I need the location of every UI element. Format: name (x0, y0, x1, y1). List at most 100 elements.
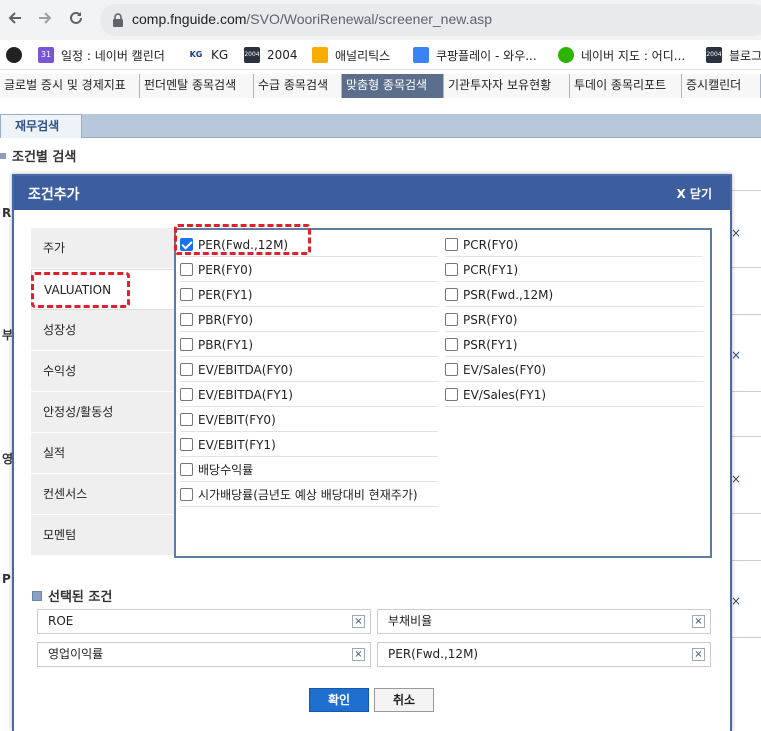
checkbox[interactable] (445, 338, 458, 351)
checkbox-checked[interactable] (180, 238, 193, 251)
bg-remove-icon[interactable]: × (731, 594, 741, 608)
confirm-button[interactable]: 확인 (309, 688, 369, 712)
option-ev-ebit-fy1[interactable]: EV/EBIT(FY1) (180, 433, 438, 457)
selected-title-text: 선택된 조건 (48, 590, 113, 605)
remove-icon[interactable]: × (692, 648, 705, 661)
option-ev-sales-fy0[interactable]: EV/Sales(FY0) (445, 358, 703, 382)
option-label: PBR(FY0) (198, 312, 254, 327)
checkbox[interactable] (180, 463, 193, 476)
nav-tab-custom-search[interactable]: 맞춤형 종목검색 (342, 74, 444, 98)
checkbox[interactable] (180, 438, 193, 451)
reload-icon[interactable] (65, 9, 87, 31)
category-earnings[interactable]: 실적 (31, 433, 174, 474)
bg-label: P (2, 572, 11, 586)
bookmark-github[interactable] (6, 46, 29, 64)
option-label: PER(FY1) (198, 287, 253, 302)
lock-icon (112, 12, 126, 28)
checkbox[interactable] (180, 363, 193, 376)
option-market-dividend-rate[interactable]: 시가배당률(금년도 예상 배당대비 현재주가) (180, 483, 438, 507)
option-label: EV/EBIT(FY1) (198, 437, 276, 452)
bookmark-analytics[interactable]: 애널리틱스 (312, 46, 390, 64)
category-stability[interactable]: 안정성/활동성 (31, 392, 174, 433)
category-momentum[interactable]: 모멘텀 (31, 515, 174, 556)
chip-label: ROE (48, 614, 74, 628)
option-ev-sales-fy1[interactable]: EV/Sales(FY1) (445, 383, 703, 407)
checkbox[interactable] (180, 413, 193, 426)
selected-chip-debt-ratio: 부채비율 × (377, 609, 711, 634)
nav-tab-calendar[interactable]: 증시캘린더 (682, 74, 761, 98)
site-2004-icon: 2004 (706, 47, 722, 63)
address-bar[interactable]: comp.fnguide.com/SVO/WooriRenewal/screen… (100, 4, 761, 36)
bookmark-label: 쿠팡플레이 - 와우... (436, 48, 537, 63)
bookmarks-bar: 31 일정 : 네이버 캘린더 KG KG 2004 2004 애널리틱스 쿠팡플레이… (0, 40, 761, 70)
category-valuation[interactable]: VALUATION (31, 269, 174, 310)
nav-tab-fundamental[interactable]: 펀더멘탈 종목검색 (140, 74, 254, 98)
option-pbr-fy0[interactable]: PBR(FY0) (180, 308, 438, 332)
remove-icon[interactable]: × (352, 648, 365, 661)
option-pcr-fy1[interactable]: PCR(FY1) (445, 258, 703, 282)
bookmark-naver-map[interactable]: 네이버 지도 : 어디... (558, 46, 685, 64)
forward-arrow-icon[interactable] (34, 9, 56, 31)
nav-tab-supply[interactable]: 수급 종목검색 (254, 74, 342, 98)
checkbox[interactable] (180, 388, 193, 401)
naver-map-icon (558, 47, 574, 63)
checkbox[interactable] (180, 488, 193, 501)
option-label: EV/EBIT(FY0) (198, 412, 276, 427)
bookmark-kg[interactable]: KG KG (188, 46, 228, 64)
option-ev-ebitda-fy1[interactable]: EV/EBITDA(FY1) (180, 383, 438, 407)
checkbox[interactable] (180, 263, 193, 276)
nav-tab-institutional[interactable]: 기관투자자 보유현황 (444, 74, 570, 98)
tab-financial-search[interactable]: 재무검색 (0, 114, 82, 138)
checkbox[interactable] (445, 363, 458, 376)
option-label: PSR(FY0) (463, 312, 518, 327)
category-list: 주가 VALUATION 성장성 수익성 안정성/활동성 실적 컨센서스 모멘텀 (31, 228, 174, 556)
bg-remove-icon[interactable]: × (731, 348, 741, 362)
checkbox[interactable] (180, 288, 193, 301)
bg-label: R (2, 206, 12, 220)
option-psr-fy1[interactable]: PSR(FY1) (445, 333, 703, 357)
option-pbr-fy1[interactable]: PBR(FY1) (180, 333, 438, 357)
checkbox[interactable] (445, 388, 458, 401)
bookmark-blog[interactable]: 2004 블로그 (706, 46, 761, 64)
url-text: comp.fnguide.com/SVO/WooriRenewal/screen… (132, 11, 493, 27)
option-per-fy0[interactable]: PER(FY0) (180, 258, 438, 282)
checkbox[interactable] (445, 263, 458, 276)
dialog-header: 조건추가 X 닫기 (14, 176, 730, 210)
option-per-fwd-12m[interactable]: PER(Fwd.,12M) (180, 233, 438, 257)
checkbox[interactable] (445, 288, 458, 301)
close-button[interactable]: X 닫기 (676, 185, 712, 202)
category-profitability[interactable]: 수익성 (31, 351, 174, 392)
back-arrow-icon[interactable] (4, 9, 26, 31)
option-per-fy1[interactable]: PER(FY1) (180, 283, 438, 307)
bg-remove-icon[interactable]: × (731, 226, 741, 240)
bullet-icon (32, 590, 42, 601)
bookmark-coupang-play[interactable]: 쿠팡플레이 - 와우... (413, 46, 537, 64)
checkbox[interactable] (445, 238, 458, 251)
option-psr-fwd-12m[interactable]: PSR(Fwd.,12M) (445, 283, 703, 307)
bookmark-calendar[interactable]: 31 일정 : 네이버 캘린더 (38, 46, 165, 64)
option-pcr-fy0[interactable]: PCR(FY0) (445, 233, 703, 257)
kg-logo-icon: KG (188, 47, 204, 63)
cancel-button[interactable]: 취소 (374, 688, 434, 712)
remove-icon[interactable]: × (692, 615, 705, 628)
category-growth[interactable]: 성장성 (31, 310, 174, 351)
category-price[interactable]: 주가 (31, 228, 174, 269)
sub-tab-bar (0, 114, 761, 138)
bg-remove-icon[interactable]: × (731, 472, 741, 486)
nav-tab-today-report[interactable]: 투데이 종목리포트 (570, 74, 682, 98)
coupang-play-icon (413, 47, 429, 63)
option-ev-ebitda-fy0[interactable]: EV/EBITDA(FY0) (180, 358, 438, 382)
option-ev-ebit-fy0[interactable]: EV/EBIT(FY0) (180, 408, 438, 432)
bookmark-2004[interactable]: 2004 2004 (244, 46, 298, 64)
option-psr-fy0[interactable]: PSR(FY0) (445, 308, 703, 332)
nav-tab-global-market[interactable]: 글로벌 증시 및 경제지표 (0, 74, 140, 98)
bullet-icon (0, 153, 6, 159)
checkbox[interactable] (180, 313, 193, 326)
option-label: PSR(FY1) (463, 337, 518, 352)
checkbox[interactable] (445, 313, 458, 326)
remove-icon[interactable]: × (352, 615, 365, 628)
checkbox[interactable] (180, 338, 193, 351)
option-label: PSR(Fwd.,12M) (463, 287, 554, 302)
category-consensus[interactable]: 컨센서스 (31, 474, 174, 515)
option-dividend-yield[interactable]: 배당수익률 (180, 458, 438, 482)
